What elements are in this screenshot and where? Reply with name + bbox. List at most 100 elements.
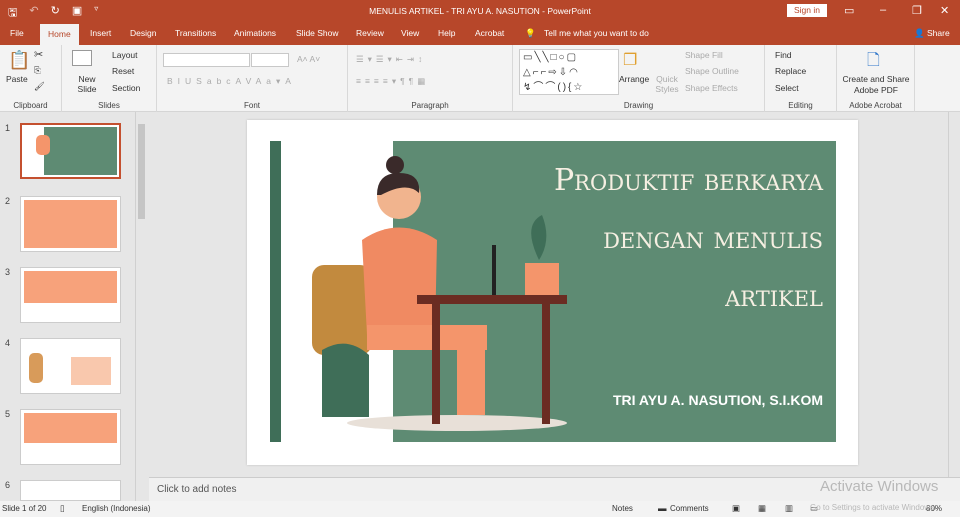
woman-at-desk-illustration	[312, 156, 567, 431]
font-name-combo[interactable]	[163, 53, 250, 67]
tab-design[interactable]: Design	[130, 28, 156, 38]
thumbnail-number: 6	[5, 480, 11, 490]
cut-icon[interactable]: ✂	[34, 48, 43, 61]
font-format-buttons[interactable]: BIUSabcAVAa▾A	[167, 76, 296, 87]
normal-view-icon[interactable]: ▣	[732, 503, 740, 514]
thumbnail-number: 4	[5, 338, 11, 348]
tell-me-search[interactable]: Tell me what you want to do	[544, 28, 649, 38]
close-button[interactable]: ✕	[940, 4, 949, 17]
title-line: dengan menulis	[603, 221, 823, 256]
new-slide-button[interactable]: New Slide	[72, 74, 102, 94]
slide-author[interactable]: TRI AYU A. NASUTION, S.I.KOM	[613, 392, 823, 408]
slide-thumbnail-6[interactable]	[20, 480, 121, 501]
editing-group: Find Replace Select Editing	[765, 45, 837, 112]
reading-view-icon[interactable]: ▥	[785, 503, 793, 514]
shape-outline-button[interactable]: Shape Outline	[685, 66, 739, 76]
slide-scrollbar[interactable]	[948, 112, 958, 477]
paste-icon[interactable]: 📋	[8, 50, 30, 71]
notes-button[interactable]: Notes	[612, 504, 633, 513]
slide-thumbnail-panel: 1 2 3 4 5 6	[0, 112, 148, 501]
font-size-buttons[interactable]: A˄ A˅	[297, 54, 320, 64]
minimize-button[interactable]: –	[880, 4, 886, 16]
slides-label: Slides	[98, 101, 120, 110]
font-label: Font	[243, 101, 260, 110]
find-button[interactable]: Find	[775, 50, 792, 60]
tab-home[interactable]: Home	[40, 24, 79, 45]
slide-thumbnail-5[interactable]	[20, 409, 121, 465]
share-button[interactable]: Share	[927, 28, 950, 38]
list-buttons[interactable]: ☰▾☰▾⇤⇥↕	[356, 54, 426, 65]
clipboard-group: 📋 Paste ✂ ⎘ 🖌 Clipboard	[0, 45, 62, 112]
tab-insert[interactable]: Insert	[90, 28, 111, 38]
paragraph-group: ☰▾☰▾⇤⇥↕ ≡≡≡≡▾¶¶▦ Paragraph	[348, 45, 513, 112]
section-button[interactable]: Section	[112, 83, 140, 93]
slide-counter: Slide 1 of 20	[2, 504, 47, 513]
title-bar: 🖫 ↶ ↻ ▣ ▿ MENULIS ARTIKEL - TRI AYU A. N…	[0, 0, 960, 22]
shape-fill-button[interactable]: Shape Fill	[685, 50, 723, 60]
restore-button[interactable]: ❐	[912, 4, 922, 17]
tab-slide-show[interactable]: Slide Show	[296, 28, 339, 38]
align-buttons[interactable]: ≡≡≡≡▾¶¶▦	[356, 76, 429, 87]
font-group: A˄ A˅ BIUSabcAVAa▾A Font	[157, 45, 348, 112]
shape-effects-button[interactable]: Shape Effects	[685, 83, 738, 93]
activation-watermark-sub: Go to Settings to activate Windows.	[810, 503, 937, 512]
acrobat-label: Adobe Acrobat	[849, 101, 902, 110]
clipboard-label: Clipboard	[13, 101, 48, 110]
tab-help[interactable]: Help	[438, 28, 455, 38]
thumbnail-number: 5	[5, 409, 11, 419]
title-line: Produktif berkarya	[554, 163, 823, 198]
slide-title[interactable]: Produktif berkarya dengan menulis artike…	[554, 152, 823, 326]
shapes-gallery[interactable]: ▭╲╲□○▢ △⌐⌐⇨⇩◠ ↯⌒⌒(){☆	[519, 49, 619, 95]
format-painter-icon[interactable]: 🖌	[34, 81, 45, 92]
layout-button[interactable]: Layout	[112, 50, 138, 60]
reset-button[interactable]: Reset	[112, 66, 134, 76]
create-pdf-button[interactable]: Create and Share Adobe PDF	[840, 74, 912, 96]
arrange-button[interactable]: Arrange	[619, 74, 649, 84]
tab-review[interactable]: Review	[356, 28, 384, 38]
slide-1[interactable]: Produktif berkarya dengan menulis artike…	[247, 120, 858, 465]
quick-styles-button[interactable]: Quick Styles	[653, 74, 681, 94]
arrange-icon[interactable]: ❐	[623, 50, 637, 70]
language-indicator[interactable]: English (Indonesia)	[82, 504, 150, 513]
new-slide-icon[interactable]	[72, 50, 92, 66]
thumbnail-number: 1	[5, 123, 11, 133]
tab-file[interactable]: File	[10, 28, 24, 38]
sign-in-button[interactable]: Sign in	[787, 4, 827, 17]
adobe-pdf-icon[interactable]: 🗋	[867, 49, 880, 76]
accent-strip	[270, 141, 281, 442]
ribbon-tabs: File Home Insert Design Transitions Anim…	[0, 22, 960, 45]
slide-thumbnail-4[interactable]	[20, 338, 121, 394]
drawing-group: ▭╲╲□○▢ △⌐⌐⇨⇩◠ ↯⌒⌒(){☆ ❐ Arrange Quick Styl…	[513, 45, 765, 112]
copy-icon[interactable]: ⎘	[34, 65, 41, 76]
slide-thumbnail-1[interactable]	[20, 123, 121, 179]
font-size-combo[interactable]	[251, 53, 289, 67]
ribbon: 📋 Paste ✂ ⎘ 🖌 Clipboard New Slide Layout…	[0, 45, 960, 112]
acrobat-group: 🗋 Create and Share Adobe PDF Adobe Acrob…	[837, 45, 915, 112]
tab-transitions[interactable]: Transitions	[175, 28, 216, 38]
paste-button[interactable]: Paste	[6, 74, 28, 84]
slide-thumbnail-2[interactable]	[20, 196, 121, 252]
lightbulb-icon: 💡	[525, 28, 536, 38]
select-button[interactable]: Select	[775, 83, 799, 93]
paragraph-label: Paragraph	[411, 101, 449, 110]
activation-watermark: Activate Windows	[820, 478, 939, 495]
notes-placeholder: Click to add notes	[157, 484, 237, 495]
comments-button[interactable]: Comments	[670, 504, 709, 513]
thumbnail-number: 3	[5, 267, 11, 277]
slide-sorter-icon[interactable]: ▦	[758, 503, 766, 514]
title-line: artikel	[725, 279, 823, 314]
thumbnail-scrollbar[interactable]	[135, 112, 147, 501]
editing-label: Editing	[788, 101, 813, 110]
tab-view[interactable]: View	[401, 28, 419, 38]
share-icon: 👤	[914, 28, 925, 38]
comments-icon: ▬	[658, 503, 667, 513]
ribbon-display-icon[interactable]: ▭	[844, 4, 854, 17]
slide-thumbnail-3[interactable]	[20, 267, 121, 323]
replace-button[interactable]: Replace	[775, 66, 806, 76]
tab-animations[interactable]: Animations	[234, 28, 276, 38]
tab-acrobat[interactable]: Acrobat	[475, 28, 504, 38]
thumbnail-number: 2	[5, 196, 11, 206]
slides-group: New Slide Layout Reset Section Slides	[62, 45, 157, 112]
spellcheck-icon[interactable]: ▯	[60, 503, 65, 514]
drawing-label: Drawing	[623, 101, 654, 110]
